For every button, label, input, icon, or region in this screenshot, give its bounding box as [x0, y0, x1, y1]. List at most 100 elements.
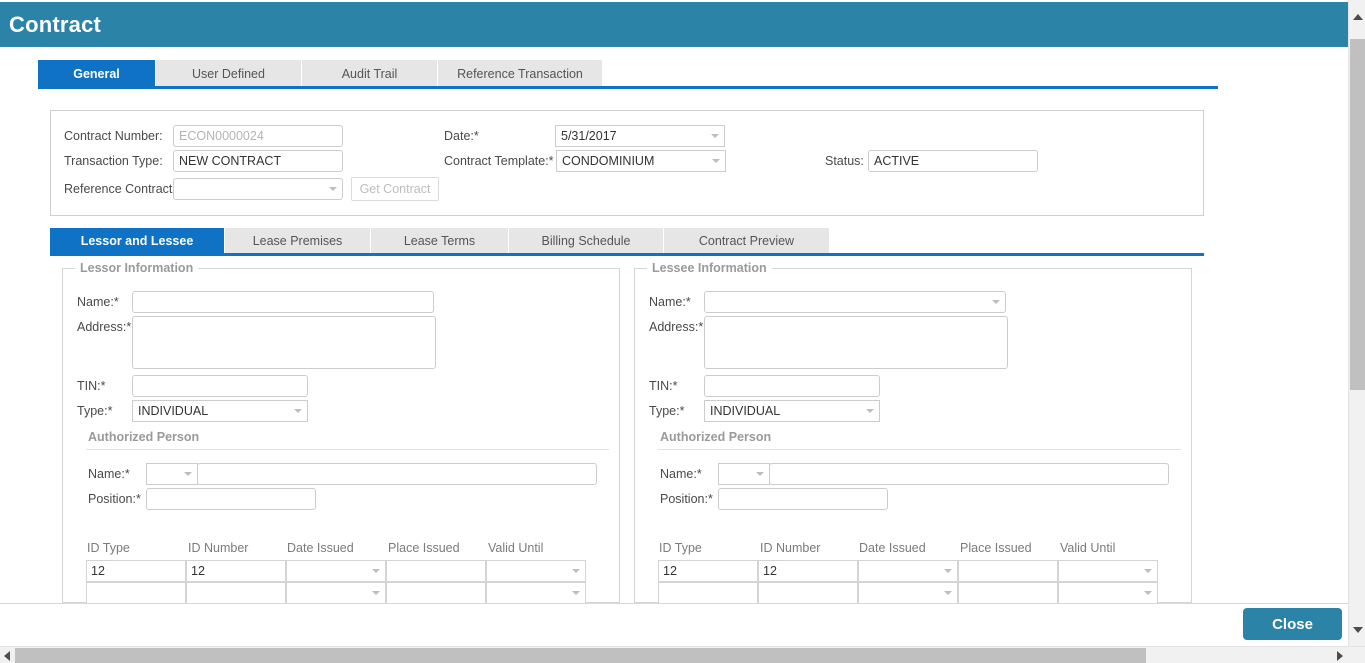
chevron-down-icon — [711, 134, 719, 138]
contract-template-combo[interactable]: CONDOMINIUM — [556, 150, 726, 172]
lessor-ap-position-input[interactable] — [146, 488, 316, 510]
lessor-name-input[interactable] — [132, 291, 434, 313]
status-input[interactable]: ACTIVE — [868, 150, 1038, 172]
lessee-type-value: INDIVIDUAL — [710, 404, 781, 418]
date-label: Date:* — [444, 129, 479, 143]
lessor-id-col-id-type: ID Type — [87, 541, 130, 555]
horizontal-scrollbar-thumb[interactable] — [15, 648, 1146, 663]
subtab-billing-schedule[interactable]: Billing Schedule — [509, 228, 664, 253]
chevron-down-icon — [992, 300, 1000, 304]
lessor-id-row2-valid-until[interactable] — [486, 582, 586, 604]
scroll-left-arrow-icon[interactable] — [4, 651, 10, 661]
lessor-id-row1-place-issued[interactable] — [386, 560, 486, 582]
lessor-id-row2-id-number[interactable] — [186, 582, 286, 604]
lessee-ap-name-label: Name:* — [660, 467, 702, 481]
sub-tab-underline — [50, 253, 1204, 256]
scroll-up-arrow-icon[interactable] — [1353, 14, 1363, 20]
page-title: Contract — [9, 11, 102, 37]
footer-bar — [0, 603, 1348, 645]
lessee-id-row1-id-number[interactable]: 12 — [758, 560, 858, 582]
lessor-id-row2-id-type[interactable] — [86, 582, 186, 604]
lessee-id-row1-date-issued[interactable] — [858, 560, 958, 582]
lessee-ap-position-input[interactable] — [718, 488, 888, 510]
tab-reference-transaction[interactable]: Reference Transaction — [438, 60, 603, 88]
subtab-lease-premises[interactable]: Lease Premises — [225, 228, 371, 253]
chevron-down-icon — [756, 472, 764, 476]
contract-number-label: Contract Number: — [64, 129, 163, 143]
contract-number-input[interactable]: ECON0000024 — [173, 125, 343, 147]
lessee-id-row1-id-type[interactable]: 12 — [658, 560, 758, 582]
scrollbar-corner — [1348, 647, 1365, 663]
lessee-type-combo[interactable]: INDIVIDUAL — [704, 400, 880, 422]
date-combo[interactable]: 5/31/2017 — [555, 125, 725, 147]
lessee-ap-position-label: Position:* — [660, 492, 713, 506]
lessor-ap-position-label: Position:* — [88, 492, 141, 506]
lessor-authorized-person-heading: Authorized Person — [88, 430, 200, 444]
reference-contract-label: Reference Contract: — [64, 182, 176, 196]
lessee-id-row1-valid-until[interactable] — [1058, 560, 1158, 582]
tab-user-defined[interactable]: User Defined — [156, 60, 302, 88]
lessor-id-row2-date-issued[interactable] — [286, 582, 386, 604]
lessor-id-row1-id-number[interactable]: 12 — [186, 560, 286, 582]
lessee-tin-label: TIN:* — [649, 379, 678, 393]
lessee-id-row2-date-issued[interactable] — [858, 582, 958, 604]
lessor-type-label: Type:* — [77, 404, 113, 418]
lessee-id-row2-place-issued[interactable] — [958, 582, 1058, 604]
lessor-address-textarea[interactable] — [132, 316, 436, 369]
chevron-down-icon — [184, 472, 192, 476]
lessor-ap-name-label: Name:* — [88, 467, 130, 481]
lessor-name-label: Name:* — [77, 295, 119, 309]
chevron-down-icon — [572, 591, 580, 595]
main-tab-strip: General User Defined Audit Trail Referen… — [38, 60, 1218, 88]
lessee-id-col-id-type: ID Type — [659, 541, 702, 555]
scroll-down-arrow-icon[interactable] — [1353, 627, 1363, 633]
subtab-contract-preview[interactable]: Contract Preview — [664, 228, 830, 253]
lessor-tin-input[interactable] — [132, 375, 308, 397]
chevron-down-icon — [866, 409, 874, 413]
chevron-down-icon — [329, 187, 337, 191]
lessor-authorized-person-rule — [86, 449, 609, 450]
tab-audit-trail[interactable]: Audit Trail — [302, 60, 438, 88]
lessor-ap-name-prefix-combo[interactable] — [146, 463, 198, 485]
vertical-scrollbar[interactable] — [1348, 0, 1365, 647]
lessee-id-row1-place-issued[interactable] — [958, 560, 1058, 582]
transaction-type-input[interactable]: NEW CONTRACT — [173, 150, 343, 172]
lessee-id-row2-id-type[interactable] — [658, 582, 758, 604]
lessee-authorized-person-heading: Authorized Person — [660, 430, 772, 444]
subtab-lease-terms[interactable]: Lease Terms — [371, 228, 509, 253]
lessor-information-fieldset: Lessor Information Name:* Address:* TIN:… — [62, 261, 620, 604]
contract-template-value: CONDOMINIUM — [562, 154, 655, 168]
lessee-tin-input[interactable] — [704, 375, 880, 397]
contract-header-panel: Contract Number: ECON0000024 Transaction… — [50, 110, 1204, 216]
lessee-information-legend: Lessee Information — [647, 261, 772, 275]
lessee-authorized-person-rule — [658, 449, 1181, 450]
lessee-address-label: Address:* — [649, 320, 704, 334]
lessor-ap-name-input[interactable] — [197, 463, 597, 485]
lessee-address-textarea[interactable] — [704, 316, 1008, 369]
lessor-type-combo[interactable]: INDIVIDUAL — [132, 400, 308, 422]
lessor-id-row1-id-type[interactable]: 12 — [86, 560, 186, 582]
subtab-lessor-and-lessee[interactable]: Lessor and Lessee — [50, 228, 225, 253]
reference-contract-combo[interactable] — [173, 178, 343, 200]
close-button[interactable]: Close — [1243, 608, 1342, 640]
lessee-name-combo[interactable] — [704, 291, 1006, 313]
horizontal-scrollbar[interactable] — [0, 646, 1365, 663]
lessee-id-row2-valid-until[interactable] — [1058, 582, 1158, 604]
vertical-scrollbar-thumb[interactable] — [1350, 39, 1365, 390]
lessee-ap-name-input[interactable] — [769, 463, 1169, 485]
scroll-right-arrow-icon[interactable] — [1337, 651, 1343, 661]
chevron-down-icon — [1144, 569, 1152, 573]
lessee-id-row2-id-number[interactable] — [758, 582, 858, 604]
contract-window: Contract General User Defined Audit Trai… — [0, 0, 1365, 663]
tab-general[interactable]: General — [38, 60, 156, 88]
chevron-down-icon — [572, 569, 580, 573]
lessee-id-col-place-issued: Place Issued — [960, 541, 1032, 555]
lessor-id-row1-valid-until[interactable] — [486, 560, 586, 582]
lessor-id-row2-place-issued[interactable] — [386, 582, 486, 604]
lessor-id-row1-date-issued[interactable] — [286, 560, 386, 582]
lessee-ap-name-prefix-combo[interactable] — [718, 463, 770, 485]
chevron-down-icon — [712, 159, 720, 163]
lessee-id-col-id-number: ID Number — [760, 541, 821, 555]
get-contract-button[interactable]: Get Contract — [351, 177, 439, 201]
lessor-id-col-valid-until: Valid Until — [488, 541, 544, 555]
